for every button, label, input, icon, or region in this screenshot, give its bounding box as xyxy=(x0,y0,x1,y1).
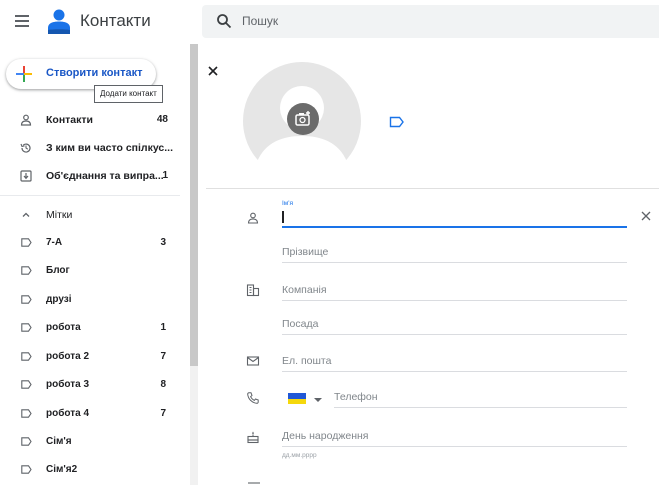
sidebar-label-item[interactable]: 7-А 3 xyxy=(0,230,180,258)
job-title-field[interactable] xyxy=(282,314,627,335)
label-name: Сім'я xyxy=(46,436,72,447)
sidebar-label-item[interactable]: друзі xyxy=(0,287,180,315)
label-count: 3 xyxy=(160,237,166,248)
sidebar-label-item[interactable]: робота 3 8 xyxy=(0,372,180,400)
text-cursor xyxy=(282,211,284,223)
close-icon[interactable] xyxy=(205,63,221,79)
app-header: Контакти xyxy=(0,0,659,44)
email-icon xyxy=(246,356,260,366)
label-icon xyxy=(21,323,32,332)
birthday-format-hint: дд.мм.рррр xyxy=(282,452,317,459)
sidebar-item-contacts[interactable]: Контакти 48 xyxy=(0,106,180,134)
label-name: робота xyxy=(46,322,81,333)
birthday-field[interactable] xyxy=(282,426,627,447)
merge-icon xyxy=(20,170,32,182)
email-field[interactable] xyxy=(282,351,627,372)
form-divider xyxy=(206,188,659,189)
create-contact-label: Створити контакт xyxy=(46,67,143,79)
sidebar-divider xyxy=(0,195,180,196)
sidebar-item-count: 48 xyxy=(156,114,168,125)
phone-country-selector[interactable] xyxy=(288,391,328,407)
label-count: 7 xyxy=(160,351,166,362)
label-name: друзі xyxy=(46,294,72,305)
phone-icon xyxy=(247,392,259,404)
search-icon[interactable] xyxy=(216,13,232,29)
person-icon xyxy=(20,114,32,126)
cake-icon xyxy=(247,431,259,444)
sidebar-label-item[interactable]: робота 2 7 xyxy=(0,344,180,372)
label-name: робота 4 xyxy=(46,408,90,419)
history-icon xyxy=(20,143,31,153)
sidebar-item-merge-fix[interactable]: Об'єднання та випра... 1 xyxy=(0,162,180,190)
label-icon xyxy=(21,409,32,418)
label-name: Блог xyxy=(46,265,70,276)
sidebar-item-label: З ким ви часто спілкус... xyxy=(46,142,174,154)
sidebar-label-item[interactable]: робота 4 7 xyxy=(0,401,180,429)
sidebar-label-item[interactable]: Сім'я2 xyxy=(0,457,180,485)
notes-icon xyxy=(248,482,260,484)
label-count: 7 xyxy=(160,408,166,419)
label-icon xyxy=(21,380,32,389)
add-label-button[interactable] xyxy=(389,116,405,128)
tooltip: Додати контакт xyxy=(94,85,163,103)
labels-section-toggle[interactable]: Мітки xyxy=(0,201,180,229)
search-bar[interactable] xyxy=(202,5,659,38)
label-name: робота 3 xyxy=(46,379,90,390)
company-field[interactable] xyxy=(282,280,627,301)
label-icon xyxy=(21,266,32,275)
label-icon xyxy=(21,352,32,361)
person-icon xyxy=(247,212,259,224)
change-photo-button[interactable] xyxy=(287,103,319,135)
labels-header: Мітки xyxy=(46,209,73,221)
label-icon xyxy=(21,295,32,304)
sidebar-label-item[interactable]: Сім'я xyxy=(0,429,180,457)
camera-plus-icon xyxy=(295,111,310,126)
label-name: робота 2 xyxy=(46,351,90,362)
sidebar-item-count: 1 xyxy=(162,170,168,181)
search-input[interactable] xyxy=(242,8,622,34)
label-icon xyxy=(21,238,32,247)
sidebar-item-frequent[interactable]: З ким ви часто спілкус... xyxy=(0,134,180,162)
label-count: 1 xyxy=(160,322,166,333)
ukraine-flag-icon xyxy=(288,393,306,404)
plus-icon xyxy=(16,66,32,82)
sidebar-label-item[interactable]: робота 1 xyxy=(0,315,180,343)
close-icon[interactable] xyxy=(640,210,652,222)
contacts-logo-icon xyxy=(48,9,70,34)
main-menu-button[interactable] xyxy=(14,12,34,32)
chevron-down-icon xyxy=(314,398,322,402)
sidebar-item-label: Контакти xyxy=(46,114,93,126)
label-name: Сім'я2 xyxy=(46,464,78,475)
menu-icon xyxy=(15,15,29,17)
sidebar-scrollbar[interactable] xyxy=(190,44,198,366)
label-icon xyxy=(21,465,32,474)
app-title: Контакти xyxy=(80,11,151,30)
sidebar: Створити контакт Додати контакт Контакти… xyxy=(0,44,190,485)
phone-field[interactable] xyxy=(334,387,627,408)
building-icon xyxy=(246,284,260,297)
label-icon xyxy=(21,437,32,446)
label-name: 7-А xyxy=(46,237,63,248)
label-count: 8 xyxy=(160,379,166,390)
sidebar-item-label: Об'єднання та випра... xyxy=(46,170,164,182)
sidebar-label-item[interactable]: Блог xyxy=(0,258,180,286)
chevron-up-icon xyxy=(22,212,30,217)
last-name-field[interactable] xyxy=(282,242,627,263)
first-name-field[interactable] xyxy=(282,206,627,228)
